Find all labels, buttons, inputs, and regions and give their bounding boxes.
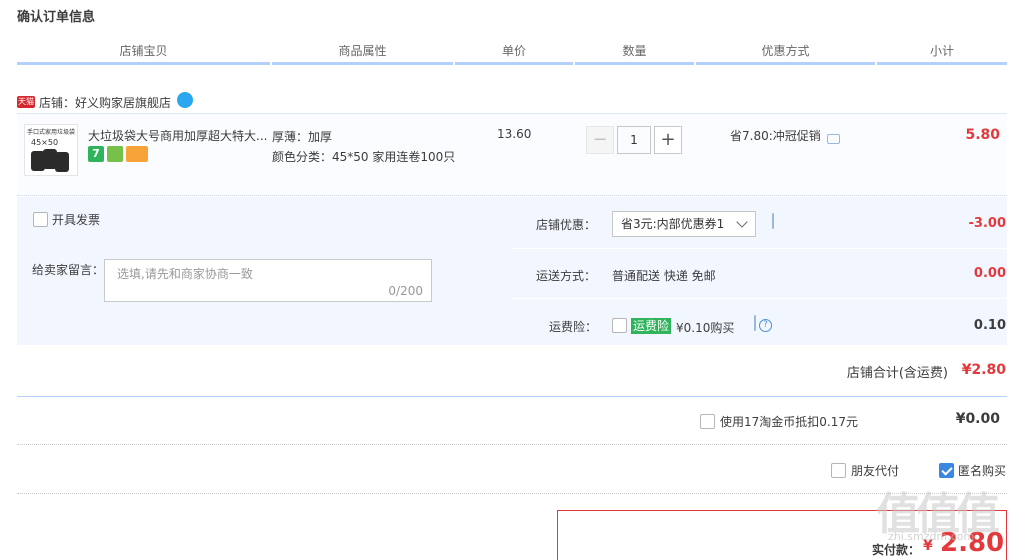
service-badges: 7 <box>88 146 148 162</box>
attr-color: 颜色分类：45*50 家用连卷100只 <box>272 150 456 164</box>
quantity-stepper: − 1 + <box>586 126 682 154</box>
insurance-badge: 运费险 <box>631 318 672 334</box>
shop-total-label: 店铺合计(含运费) <box>846 366 948 381</box>
anonymous-option: 匿名购买 <box>939 462 1006 479</box>
chevron-down-icon <box>736 216 748 228</box>
insurance-checkbox[interactable] <box>612 318 627 333</box>
item-subtotal: 5.80 <box>965 127 1000 143</box>
col-header-price: 单价 <box>501 44 526 58</box>
anonymous-checkbox[interactable] <box>939 463 954 478</box>
anonymous-label: 匿名购买 <box>958 464 1007 478</box>
shipping-label: 运送方式： <box>536 269 597 283</box>
friend-pay-option: 朋友代付 <box>831 462 899 479</box>
shop-total-value: ¥2.80 <box>961 362 1006 378</box>
col-header-subtotal: 小计 <box>929 44 954 58</box>
col-header-item: 店铺宝贝 <box>119 44 168 58</box>
item-thumbnail[interactable]: 手口式家用垃圾袋 45×50 <box>24 124 78 176</box>
invoice-checkbox[interactable] <box>33 212 48 227</box>
item-title-link[interactable]: 大垃圾袋大号商用加厚超大特大... <box>88 127 270 144</box>
item-row <box>17 113 1007 196</box>
insurance-price: ¥0.10购买 <box>676 321 735 335</box>
coin-checkbox[interactable] <box>700 414 715 429</box>
memo-placeholder: 选填,请先和商家协商一致 <box>117 267 253 281</box>
tmall-icon: 天猫 <box>17 96 35 108</box>
coupon-selected: 省3元:内部优惠券1 <box>621 217 725 231</box>
invoice-option: 开具发票 <box>33 211 100 228</box>
header-underline <box>17 62 1007 65</box>
plus-button[interactable]: + <box>654 126 682 154</box>
payment-label: 实付款： <box>872 543 921 557</box>
thumb-size: 45×50 <box>31 138 59 147</box>
memo-char-count: 0/200 <box>388 284 423 298</box>
unit-price: 13.60 <box>497 127 532 141</box>
coin-label: 使用17淘金币抵扣0.17元 <box>720 415 858 429</box>
col-header-promo: 优惠方式 <box>761 44 810 58</box>
memo-input[interactable]: 选填,请先和商家协商一致 0/200 <box>104 259 432 302</box>
invoice-label: 开具发票 <box>52 213 101 227</box>
page-title: 确认订单信息 <box>17 10 96 25</box>
comment-icon[interactable] <box>826 133 840 144</box>
watermark-url: zhi.smzdm.com <box>888 530 975 543</box>
wangwang-chat-icon[interactable] <box>177 92 194 108</box>
col-header-attr: 商品属性 <box>338 44 387 58</box>
shop-discount-amount: -3.00 <box>968 216 1006 231</box>
shop-discount-label: 店铺优惠： <box>536 218 597 232</box>
attr-thickness: 厚薄：加厚 <box>272 130 333 144</box>
taobao-coin-option: 使用17淘金币抵扣0.17元 <box>700 413 858 430</box>
garbage-bag-image <box>29 149 75 173</box>
insurance-comment-icon[interactable] <box>754 315 756 331</box>
shop-name[interactable]: 店铺：好义购家居旗舰店 <box>39 94 171 111</box>
item-attributes: 厚薄：加厚 颜色分类：45*50 家用连卷100只 <box>272 127 462 167</box>
insurance-amount: 0.10 <box>973 318 1006 333</box>
credit-card-icon[interactable] <box>126 146 148 162</box>
insurance-label: 运费险： <box>549 320 598 334</box>
promo-text: 省7.80:冲冠促销 <box>730 129 821 143</box>
help-icon[interactable]: ? <box>759 319 772 332</box>
guarantee-icon[interactable] <box>107 146 123 162</box>
coupon-select[interactable]: 省3元:内部优惠券1 <box>612 211 756 237</box>
minus-button[interactable]: − <box>586 126 614 154</box>
shipping-amount: 0.00 <box>973 266 1006 281</box>
shop-row: 天猫 店铺：好义购家居旗舰店 <box>17 92 194 111</box>
coin-value: ¥0.00 <box>955 411 1000 427</box>
friend-pay-label: 朋友代付 <box>851 464 900 478</box>
seven-day-return-icon[interactable]: 7 <box>88 146 104 162</box>
thumb-caption: 手口式家用垃圾袋 <box>27 129 76 136</box>
friend-pay-checkbox[interactable] <box>831 463 846 478</box>
quantity-input[interactable]: 1 <box>617 126 651 154</box>
promo-info: 省7.80:冲冠促销 <box>730 127 840 144</box>
coupon-comment-icon[interactable] <box>772 213 774 229</box>
col-header-qty: 数量 <box>622 44 647 58</box>
shipping-method: 普通配送 快递 免邮 <box>612 269 716 283</box>
memo-label: 给卖家留言： <box>32 263 105 277</box>
